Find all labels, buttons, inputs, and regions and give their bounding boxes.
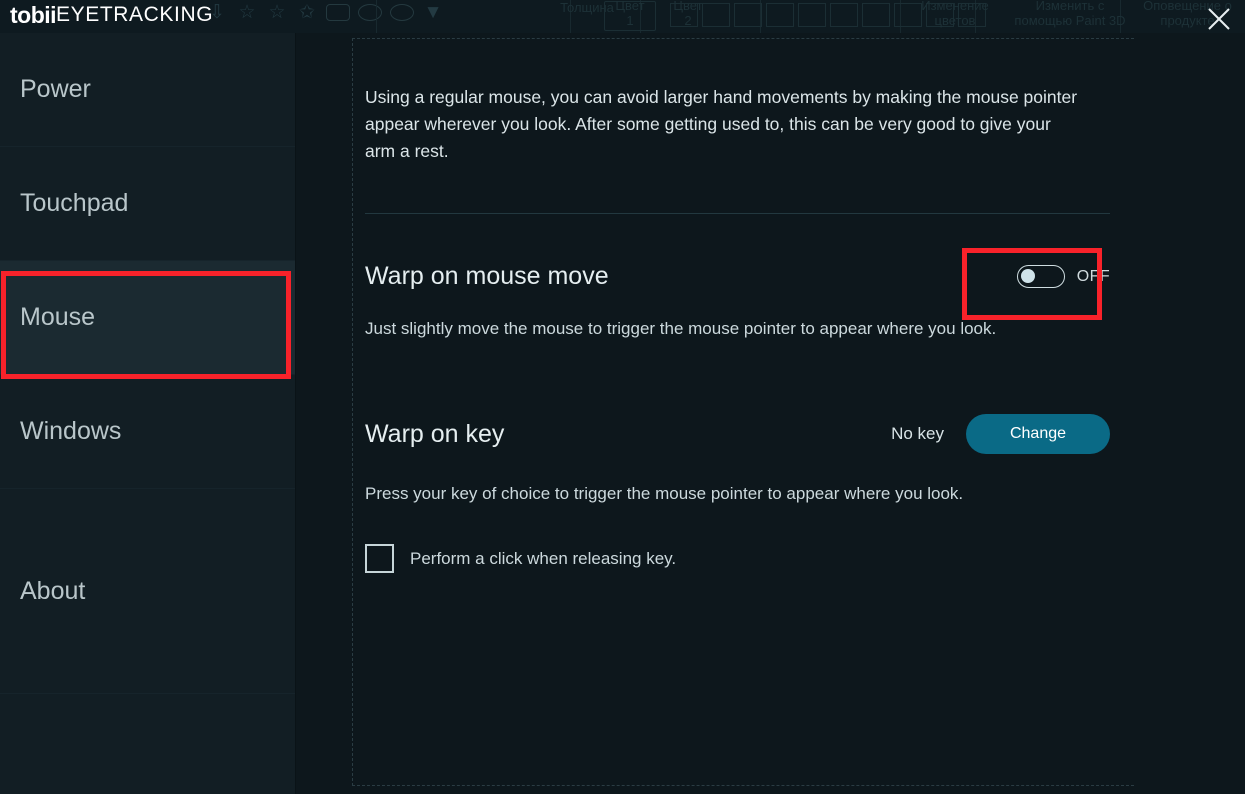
- warp-on-mouse-move-description: Just slightly move the mouse to trigger …: [365, 319, 997, 338]
- toggle-switch-track[interactable]: [1016, 265, 1065, 288]
- perform-click-checkbox-label: Perform a click when releasing key.: [410, 548, 677, 568]
- speech-bubble-icon: [326, 3, 350, 21]
- change-key-button[interactable]: Change: [966, 414, 1110, 454]
- warp-on-key-controls: No key Change: [891, 414, 1110, 454]
- speech-bubble-icon: [358, 3, 382, 21]
- perform-click-checkbox-row[interactable]: Perform a click when releasing key.: [365, 544, 1134, 573]
- panel-intro-text: Using a regular mouse, you can avoid lar…: [365, 87, 1078, 161]
- warp-on-key-title: Warp on key: [365, 419, 505, 448]
- sidebar-item-touchpad[interactable]: Touchpad: [0, 147, 295, 261]
- sidebar-item-windows[interactable]: Windows: [0, 375, 295, 489]
- sidebar-item-label: Mouse: [20, 303, 96, 331]
- sidebar-item-power[interactable]: Power: [0, 33, 295, 147]
- sidebar-item-label: About: [20, 576, 86, 605]
- filter-icon: ▼: [423, 1, 443, 23]
- sidebar-item-label: Windows: [20, 417, 122, 445]
- paint-3d-label: Изменить с помощью Paint 3D: [1014, 0, 1126, 28]
- warp-on-mouse-move-toggle[interactable]: OFF: [1016, 265, 1110, 288]
- star-icon: ☆: [238, 1, 256, 23]
- logo-brand-text: tobii: [10, 1, 57, 28]
- settings-sidebar: Power Touchpad Mouse Windows About: [0, 33, 296, 794]
- perform-click-checkbox[interactable]: [365, 544, 394, 573]
- close-icon[interactable]: [1201, 2, 1237, 36]
- warp-on-mouse-move-row: Warp on mouse move OFF: [365, 262, 1110, 291]
- section-divider: [365, 213, 1110, 214]
- speech-bubble-icon: [390, 3, 414, 21]
- sidebar-item-mouse[interactable]: Mouse: [0, 261, 295, 375]
- warp-on-key-description: Press your key of choice to trigger the …: [365, 484, 964, 503]
- star-icon: ✩: [299, 1, 315, 23]
- warp-on-mouse-move-title: Warp on mouse move: [365, 262, 609, 290]
- sidebar-item-about[interactable]: About: [0, 489, 295, 694]
- warp-on-key-value: No key: [891, 424, 944, 443]
- toggle-switch-knob: [1020, 269, 1035, 283]
- logo-sub-text: EYETRACKING: [56, 3, 214, 26]
- paint-color1-label: Цвет 1: [615, 0, 645, 28]
- sidebar-item-label: Power: [20, 75, 91, 103]
- sidebar-item-label: Touchpad: [20, 189, 129, 217]
- paint-shape-gallery: ⇩ ☆ ☆ ✩ ▼: [206, 1, 444, 23]
- warp-on-key-row: Warp on key No key Change: [365, 414, 1110, 454]
- toggle-state-label: OFF: [1076, 267, 1110, 285]
- tobii-logo: tobii EYETRACKING: [10, 0, 213, 30]
- star-icon: ☆: [268, 1, 286, 23]
- mouse-settings-panel: Using a regular mouse, you can avoid lar…: [352, 38, 1134, 786]
- tobii-eye-tracking-window: ⇩ ☆ ☆ ✩ ▼ Толщина Цвет 1 Цвет 2 Изменени…: [0, 0, 1245, 794]
